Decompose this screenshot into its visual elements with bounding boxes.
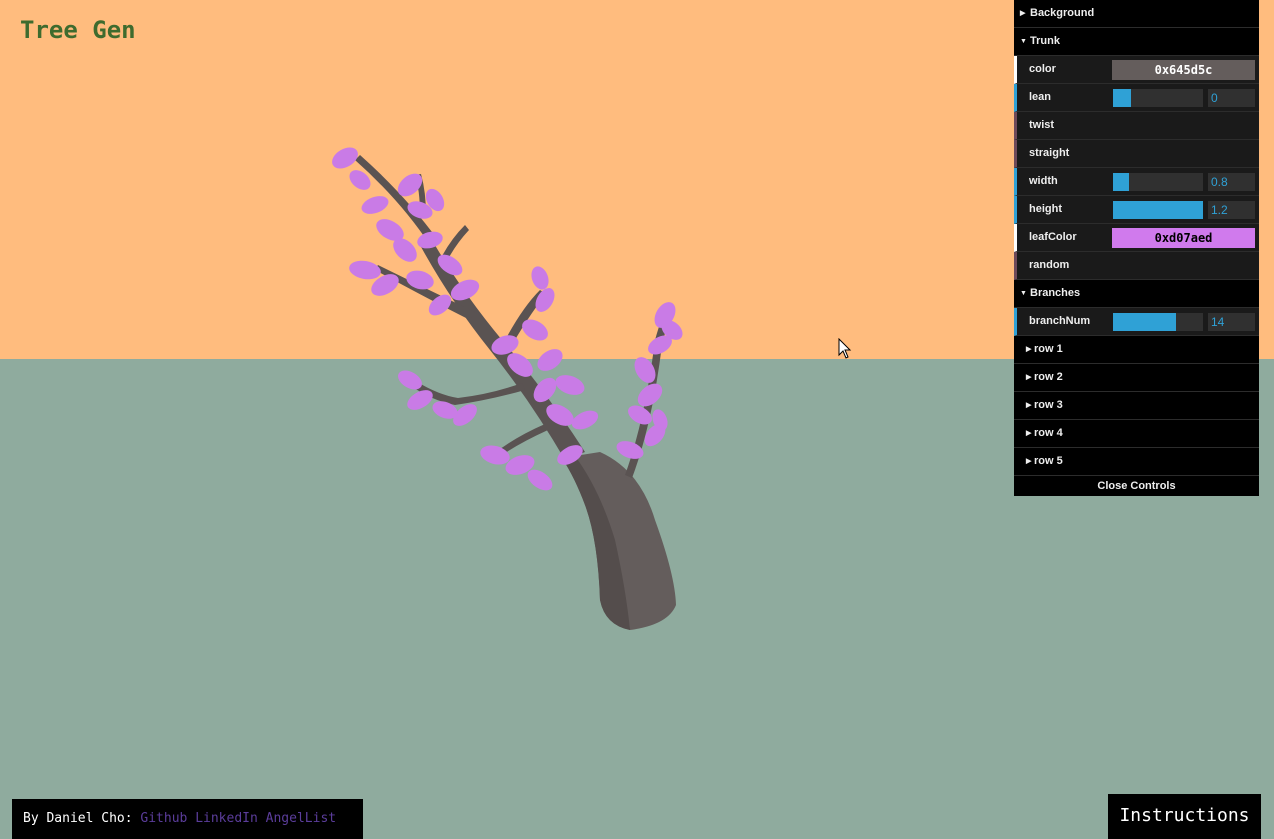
triangle-right-icon: ▶ [1026, 374, 1032, 381]
height-slider[interactable] [1113, 201, 1203, 219]
folder-background[interactable]: ▶ Background [1014, 0, 1259, 28]
branchnum-control: branchNum 14 [1014, 308, 1259, 336]
branchnum-slider-fill [1113, 313, 1176, 331]
width-label: width [1029, 175, 1058, 187]
close-controls-button[interactable]: Close Controls [1014, 476, 1259, 496]
folder-trunk[interactable]: ▼ Trunk [1014, 28, 1259, 56]
random-label: random [1029, 259, 1070, 271]
linkedin-link[interactable]: LinkedIn [195, 811, 258, 826]
tree-leaves [332, 147, 683, 491]
leafcolor-swatch[interactable]: 0xd07aed [1112, 228, 1255, 248]
github-link[interactable]: Github [140, 811, 187, 826]
trunk-color-label: color [1029, 63, 1056, 75]
straight-label: straight [1029, 147, 1070, 159]
triangle-right-icon: ▶ [1026, 346, 1032, 353]
width-slider[interactable] [1113, 173, 1203, 191]
branchnum-value-input[interactable]: 14 [1208, 313, 1255, 331]
width-control: width 0.8 [1014, 168, 1259, 196]
lean-value-input[interactable]: 0 [1208, 89, 1255, 107]
width-value-input[interactable]: 0.8 [1208, 173, 1255, 191]
trunk-color-swatch[interactable]: 0x645d5c [1112, 60, 1255, 80]
folder-row-label: row 4 [1034, 427, 1063, 439]
trunk-color-control: color 0x645d5c [1014, 56, 1259, 84]
tree-scene[interactable]: Tree Gen ▶ Background ▼ Trunk color 0x64… [0, 0, 1274, 839]
folder-trunk-label: Trunk [1030, 35, 1060, 47]
folder-row-label: row 3 [1034, 399, 1063, 411]
tree-trunk [355, 155, 676, 630]
folder-row-2[interactable]: ▶ row 2 [1014, 364, 1259, 392]
triangle-down-icon: ▼ [1020, 290, 1027, 297]
straight-button[interactable]: straight [1014, 140, 1259, 168]
width-slider-fill [1113, 173, 1130, 191]
triangle-right-icon: ▶ [1026, 402, 1032, 409]
folder-row-label: row 2 [1034, 371, 1063, 383]
height-value-input[interactable]: 1.2 [1208, 201, 1255, 219]
angellist-link[interactable]: AngelList [266, 811, 336, 826]
author-text: By Daniel Cho: [23, 811, 133, 826]
twist-label: twist [1029, 119, 1055, 131]
height-slider-fill [1113, 201, 1203, 219]
lean-control: lean 0 [1014, 84, 1259, 112]
mouse-pointer-icon [838, 338, 852, 359]
height-control: height 1.2 [1014, 196, 1259, 224]
page-title: Tree Gen [20, 16, 136, 44]
folder-row-label: row 5 [1034, 455, 1063, 467]
folder-row-5[interactable]: ▶ row 5 [1014, 448, 1259, 476]
instructions-button[interactable]: Instructions [1108, 794, 1261, 839]
leafcolor-label: leafColor [1029, 231, 1077, 243]
triangle-right-icon: ▶ [1020, 10, 1026, 17]
branchnum-label: branchNum [1029, 315, 1091, 327]
height-label: height [1029, 203, 1062, 215]
triangle-down-icon: ▼ [1020, 38, 1027, 45]
random-button[interactable]: random [1014, 252, 1259, 280]
controls-panel: ▶ Background ▼ Trunk color 0x645d5c lean… [1014, 0, 1259, 496]
folder-row-3[interactable]: ▶ row 3 [1014, 392, 1259, 420]
folder-row-1[interactable]: ▶ row 1 [1014, 336, 1259, 364]
branchnum-slider[interactable] [1113, 313, 1203, 331]
twist-button[interactable]: twist [1014, 112, 1259, 140]
lean-slider-fill [1113, 89, 1131, 107]
folder-row-label: row 1 [1034, 343, 1063, 355]
folder-background-label: Background [1030, 7, 1095, 19]
leafcolor-control: leafColor 0xd07aed [1014, 224, 1259, 252]
lean-slider[interactable] [1113, 89, 1203, 107]
triangle-right-icon: ▶ [1026, 458, 1032, 465]
folder-branches[interactable]: ▼ Branches [1014, 280, 1259, 308]
credits-bar: By Daniel Cho: Github LinkedIn AngelList [12, 799, 363, 839]
triangle-right-icon: ▶ [1026, 430, 1032, 437]
folder-row-4[interactable]: ▶ row 4 [1014, 420, 1259, 448]
folder-branches-label: Branches [1030, 287, 1081, 299]
lean-label: lean [1029, 91, 1052, 103]
